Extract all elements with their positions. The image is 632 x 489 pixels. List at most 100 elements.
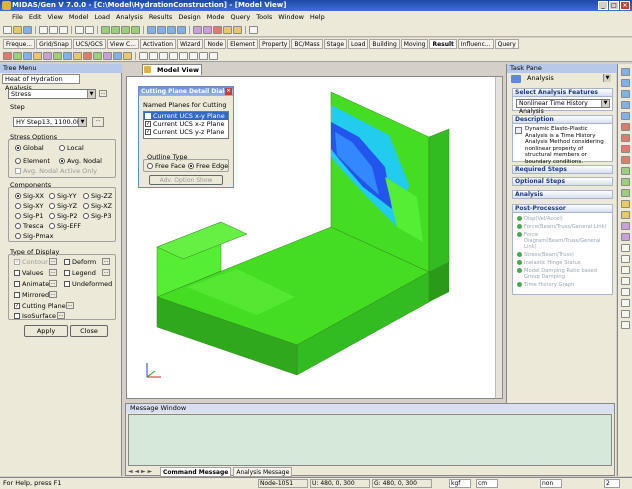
plane-xy-item[interactable]: ✓ Current UCS x-y Plane xyxy=(144,112,228,120)
post-item-time-history-graph[interactable]: Time History Graph xyxy=(517,282,610,288)
adv-option-button[interactable]: Adv. Option Show xyxy=(149,175,223,185)
perspective-icon[interactable] xyxy=(620,255,630,263)
result-type-more-button[interactable]: … xyxy=(99,90,107,97)
pan-icon[interactable] xyxy=(131,25,140,34)
radio-element[interactable]: Element xyxy=(15,157,50,165)
mirrored-options-button[interactable]: … xyxy=(49,291,57,298)
select-polygon-icon[interactable] xyxy=(620,189,630,197)
radio-sig-pmax[interactable]: Sig-Pmax xyxy=(15,232,54,240)
tab-activation[interactable]: Activation xyxy=(139,39,176,49)
back-icon[interactable] xyxy=(511,75,521,83)
unselect-icon[interactable] xyxy=(620,200,630,208)
shading-icon[interactable] xyxy=(620,266,630,274)
menu-model[interactable]: Model xyxy=(69,13,89,21)
temperature-icon[interactable] xyxy=(93,51,102,60)
radio-sig-zz[interactable]: Sig-ZZ xyxy=(83,192,112,200)
check-animate[interactable]: Animate xyxy=(14,280,49,288)
tab-building[interactable]: Building xyxy=(369,39,400,49)
isosurface-options-button[interactable]: … xyxy=(57,312,65,319)
radio-sig-yz[interactable]: Sig-YZ xyxy=(49,202,77,210)
hidden-icon[interactable] xyxy=(203,25,212,34)
tab-command-message[interactable]: Command Message xyxy=(160,466,232,477)
plane-yz-item[interactable]: ✓ Current UCS y-z Plane xyxy=(144,128,228,136)
radio-free-face[interactable]: Free Face xyxy=(147,162,186,170)
section-optional-steps[interactable]: Optional Steps xyxy=(512,177,613,186)
menu-tools[interactable]: Tools xyxy=(256,13,272,21)
view-bottom-icon[interactable] xyxy=(620,90,630,98)
element-number-icon[interactable] xyxy=(620,299,630,307)
radio-tresca[interactable]: Tresca xyxy=(15,222,44,230)
page-field[interactable]: 2 xyxy=(604,479,620,488)
close-button[interactable]: × xyxy=(620,1,630,10)
model-view-canvas[interactable]: Cutting Plane Detail Dialog × Named Plan… xyxy=(126,76,503,399)
check-undeformed[interactable]: Undeformed xyxy=(64,280,112,288)
close-panel-button[interactable]: Close xyxy=(70,325,108,337)
paste-icon[interactable] xyxy=(59,25,68,34)
plane-xz-item[interactable]: ✓ Current UCS x-z Plane xyxy=(144,120,228,128)
cutting-plane-options-button[interactable]: … xyxy=(66,302,74,309)
tab-heat-of-hydration[interactable]: Heat of Hydration Analysis xyxy=(2,74,80,92)
open-file-icon[interactable] xyxy=(13,25,22,34)
redo-icon[interactable] xyxy=(85,25,94,34)
shrink-icon[interactable] xyxy=(620,244,630,252)
render-icon[interactable] xyxy=(193,25,202,34)
reaction-icon[interactable] xyxy=(63,51,72,60)
check-contour[interactable]: ✓ Contour xyxy=(14,258,48,266)
apply-button[interactable]: Apply xyxy=(24,325,68,337)
tab-model-view[interactable]: Model View xyxy=(142,64,202,75)
save-icon[interactable] xyxy=(23,25,32,34)
menu-window[interactable]: Window xyxy=(278,13,304,21)
select-icon[interactable] xyxy=(620,167,630,175)
radio-free-edge[interactable]: Free Edge xyxy=(188,162,228,170)
analyze-icon[interactable] xyxy=(213,25,222,34)
check-deform[interactable]: Deform xyxy=(64,258,96,266)
menu-help[interactable]: Help xyxy=(310,13,325,21)
display-icon[interactable] xyxy=(620,277,630,285)
force-icon[interactable] xyxy=(83,51,92,60)
view-front-icon[interactable] xyxy=(157,25,166,34)
view-iso-icon[interactable] xyxy=(177,25,186,34)
filter-select[interactable]: non xyxy=(540,479,562,488)
rotate-up-icon[interactable] xyxy=(620,145,630,153)
view-iso-icon[interactable] xyxy=(620,68,630,76)
section-required-steps[interactable]: Required Steps xyxy=(512,165,613,174)
cut-icon[interactable] xyxy=(39,25,48,34)
undo-icon[interactable] xyxy=(75,25,84,34)
contour-icon[interactable] xyxy=(33,51,42,60)
post-item-hinge-status[interactable]: Inelastic Hinge Status xyxy=(517,260,610,266)
tab-grid-snap[interactable]: Grid/Snap xyxy=(36,39,72,49)
rotate-down-icon[interactable] xyxy=(620,156,630,164)
animation-icon[interactable] xyxy=(149,51,158,60)
post-item-stress[interactable]: Stress(Beam/Truss) xyxy=(517,252,610,258)
menu-load[interactable]: Load xyxy=(94,13,110,21)
section-analysis[interactable]: Analysis xyxy=(512,190,613,199)
legend-options-button[interactable]: … xyxy=(102,269,110,276)
maximize-button[interactable]: □ xyxy=(609,1,619,10)
check-isosurface[interactable]: IsoSurface xyxy=(14,312,56,320)
tab-frequent[interactable]: Freque... xyxy=(3,39,36,49)
step-more-button[interactable]: … xyxy=(92,117,104,127)
check-mirrored[interactable]: Mirrored xyxy=(14,291,49,299)
radio-sig-p1[interactable]: Sig-P1 xyxy=(15,212,43,220)
view-side-icon[interactable] xyxy=(167,25,176,34)
menu-design[interactable]: Design xyxy=(178,13,200,21)
rotate-left-icon[interactable] xyxy=(620,123,630,131)
radio-sig-eff[interactable]: Sig-EFF xyxy=(49,222,81,230)
view-top-icon[interactable] xyxy=(620,79,630,87)
radio-sig-p2[interactable]: Sig-P2 xyxy=(49,212,77,220)
node-number-icon[interactable] xyxy=(620,288,630,296)
label-icon[interactable] xyxy=(179,51,188,60)
task-pane-select[interactable]: Analysis ▼ xyxy=(525,74,611,84)
graph-icon[interactable] xyxy=(233,25,242,34)
section-post-processor[interactable]: Post-Processor xyxy=(512,204,613,213)
zoom-in-icon[interactable] xyxy=(111,25,120,34)
vector-icon[interactable] xyxy=(43,51,52,60)
post-item-damping[interactable]: Model Damping Ratio based Group Damping xyxy=(517,268,610,280)
refresh-icon[interactable] xyxy=(620,321,630,329)
radio-local[interactable]: Local xyxy=(59,144,84,152)
menu-analysis[interactable]: Analysis xyxy=(116,13,143,21)
view-left-icon[interactable] xyxy=(620,101,630,109)
radio-sig-yy[interactable]: Sig-YY xyxy=(49,192,77,200)
tab-view-control[interactable]: View C... xyxy=(106,39,139,49)
stress-icon[interactable] xyxy=(23,51,32,60)
